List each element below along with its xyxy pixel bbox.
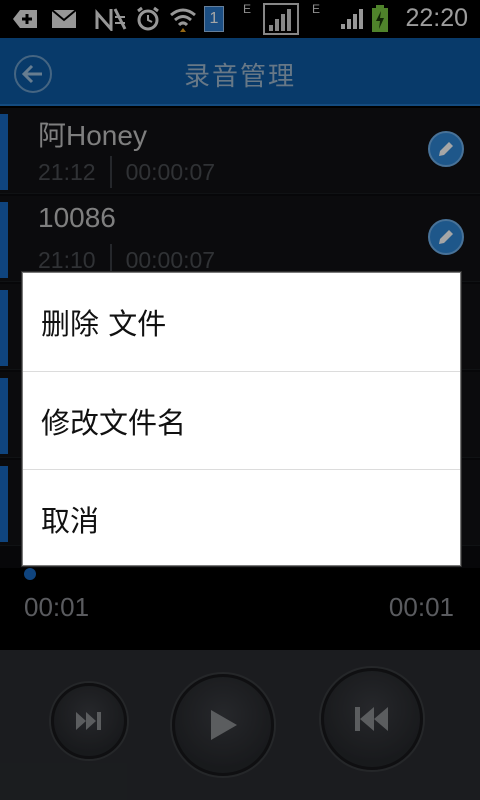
delete-file-option[interactable]: 删除 文件: [23, 273, 460, 371]
rename-file-option[interactable]: 修改文件名: [23, 371, 460, 469]
context-menu-dialog: 删除 文件 修改文件名 取消: [22, 272, 461, 566]
cancel-option[interactable]: 取消: [23, 469, 460, 567]
